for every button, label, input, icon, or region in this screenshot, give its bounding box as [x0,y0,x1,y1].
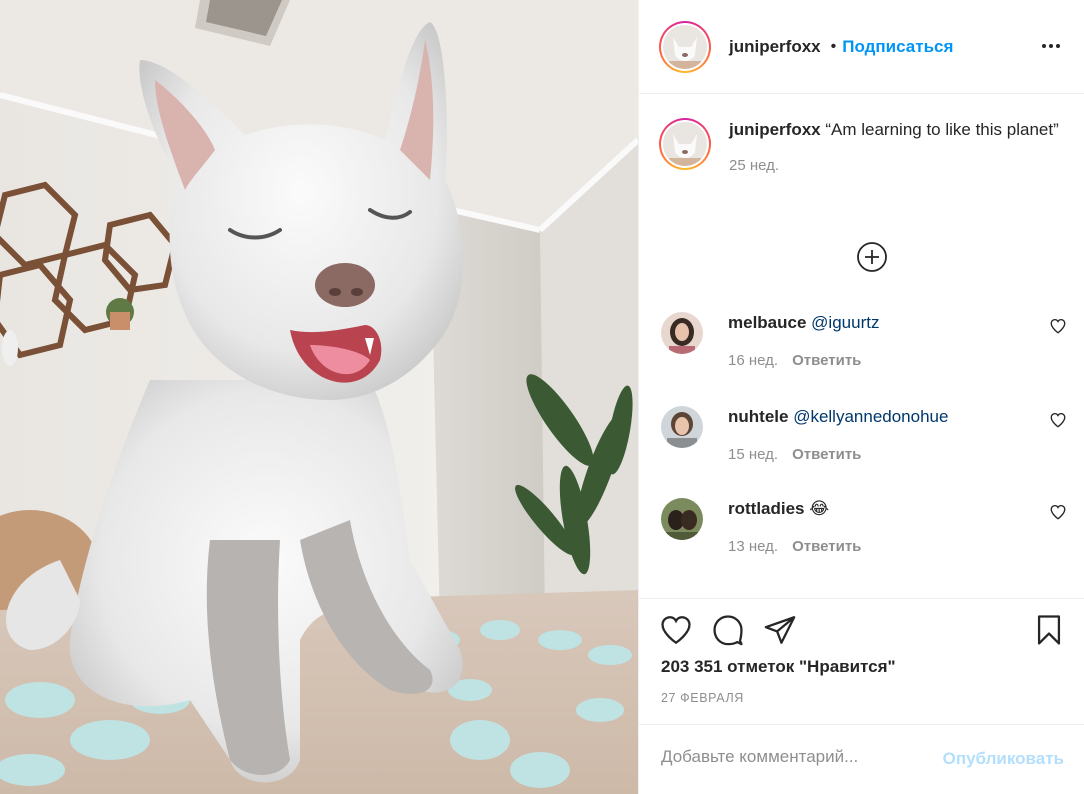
comment-timestamp[interactable]: 16 нед. [728,352,778,369]
load-more-icon[interactable] [856,241,888,273]
comment-username[interactable]: melbauce [728,313,806,332]
comment-heart-icon[interactable] [1049,317,1067,335]
comment-item: rottladies 😂 13 нед. Ответить [661,498,1067,555]
post-date[interactable]: 27 ФЕВРАЛЯ [661,691,744,705]
comment-username[interactable]: nuhtele [728,407,788,426]
comment-timestamp[interactable]: 13 нед. [728,538,778,555]
comment-item: melbauce @iguurtz 16 нед. Ответить [661,312,1067,369]
comment-text: 😂 [809,499,830,518]
caption-body: “Am learning to like this planet” [825,120,1059,139]
follow-button[interactable]: Подписаться [842,37,953,57]
post-photo[interactable] [0,0,638,794]
post-caption: juniperfoxx “Am learning to like this pl… [659,118,1069,174]
author-avatar[interactable] [659,20,711,73]
commenter-avatar[interactable] [661,498,703,540]
reply-button[interactable]: Ответить [792,352,861,369]
commenter-avatar[interactable] [661,406,703,448]
more-options-icon[interactable] [1042,36,1062,56]
fox-avatar-icon [663,24,707,69]
comment-heart-icon[interactable] [1049,503,1067,521]
comment-mention[interactable]: @iguurtz [811,313,879,332]
author-username[interactable]: juniperfoxx [729,37,821,57]
comment-heart-icon[interactable] [1049,411,1067,429]
fox-avatar-icon [663,122,707,166]
reply-button[interactable]: Ответить [792,446,861,463]
post-actions: 203 351 отметок "Нравится" 27 ФЕВРАЛЯ [639,598,1084,724]
post-view: juniperfoxx • Подписаться juniperfoxx “A… [0,0,1084,794]
caption-username[interactable]: juniperfoxx [729,120,821,139]
add-comment-bar: Опубликовать [639,724,1084,794]
comment-mention[interactable]: @kellyannedonohue [793,407,948,426]
comment-input[interactable] [661,747,911,767]
likes-count[interactable]: 203 351 отметок "Нравится" [661,657,896,677]
white-fox-photo [0,0,638,794]
heart-icon[interactable] [659,613,693,647]
share-icon[interactable] [763,613,797,647]
caption-text: juniperfoxx “Am learning to like this pl… [729,118,1069,142]
bookmark-icon[interactable] [1032,613,1066,647]
post-header: juniperfoxx • Подписаться [639,0,1084,94]
comment-timestamp[interactable]: 15 нед. [728,446,778,463]
commenter-avatar[interactable] [661,312,703,354]
publish-button[interactable]: Опубликовать [943,749,1064,769]
caption-author-avatar[interactable] [659,118,711,170]
comment-username[interactable]: rottladies [728,499,805,518]
comment-icon[interactable] [711,613,745,647]
comments-section: juniperfoxx “Am learning to like this pl… [639,94,1084,598]
comment-item: nuhtele @kellyannedonohue 15 нед. Ответит… [661,406,1067,463]
caption-timestamp[interactable]: 25 нед. [729,157,1069,174]
post-sidebar: juniperfoxx • Подписаться juniperfoxx “A… [638,0,1084,794]
reply-button[interactable]: Ответить [792,538,861,555]
separator-dot: • [830,37,837,55]
